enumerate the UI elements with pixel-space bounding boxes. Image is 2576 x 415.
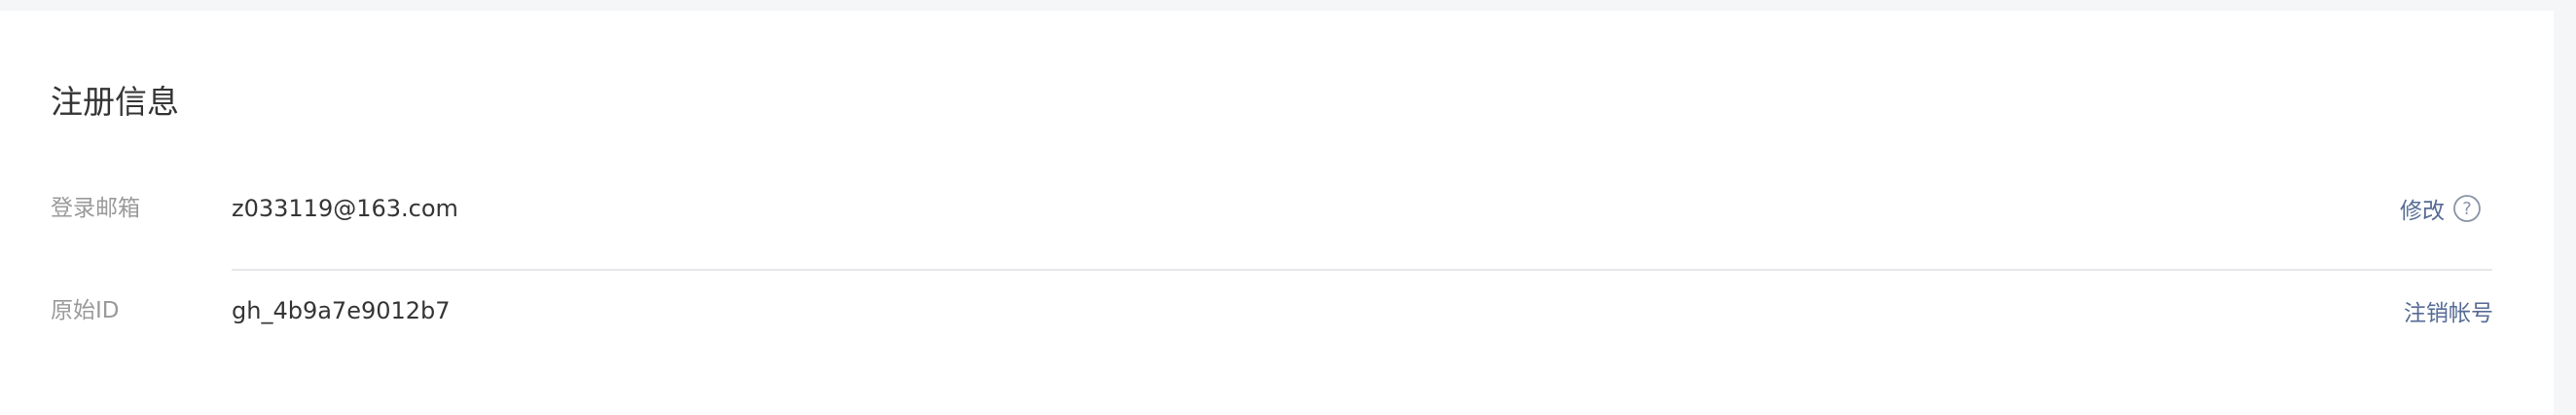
original-id-label: 原始ID <box>51 298 120 323</box>
cancel-account-link[interactable]: 注销帐号 <box>2404 287 2493 334</box>
login-email-value: z033119@163.com <box>232 195 458 222</box>
login-email-label: 登录邮箱 <box>51 196 140 221</box>
modify-email-label: 修改 <box>2400 199 2445 224</box>
modify-email-link[interactable]: 修改 ? <box>2400 185 2493 232</box>
registration-info-card: 注册信息 登录邮箱 z033119@163.com 修改 ? 原始ID gh_4… <box>0 11 2554 415</box>
original-id-row: 原始ID gh_4b9a7e9012b7 注销帐号 <box>51 287 2493 334</box>
login-email-row: 登录邮箱 z033119@163.com 修改 ? <box>51 185 2493 232</box>
question-circle-icon[interactable]: ? <box>2452 194 2482 223</box>
row-divider <box>232 269 2492 271</box>
original-id-value: gh_4b9a7e9012b7 <box>232 297 451 324</box>
section-title: 注册信息 <box>51 83 179 121</box>
svg-text:?: ? <box>2462 199 2472 219</box>
